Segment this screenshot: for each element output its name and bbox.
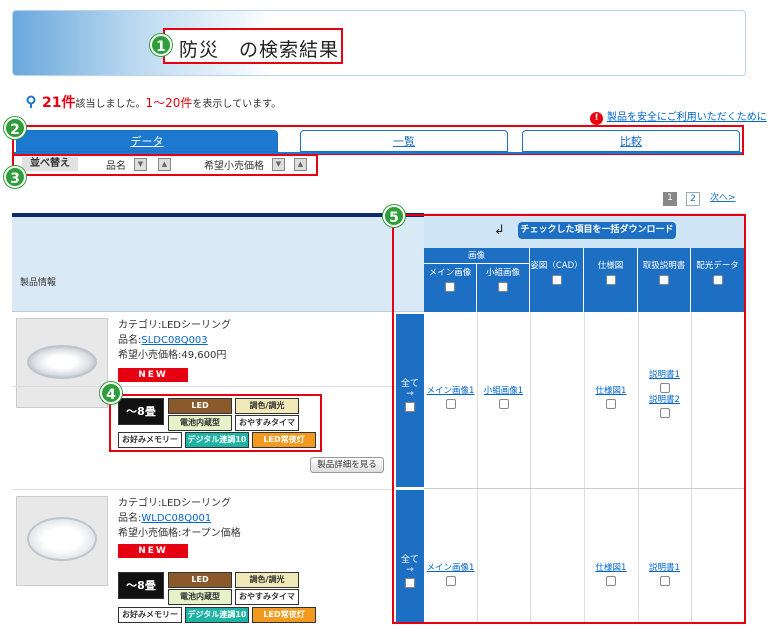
callout-badge-4: 4 bbox=[100, 382, 122, 404]
tag-memory: お好みメモリー bbox=[118, 607, 182, 623]
product-category: カテゴリ:LEDシーリング bbox=[118, 320, 231, 331]
sort-name-asc-button[interactable]: ▲ bbox=[158, 158, 171, 171]
product-info-header: 製品情報 bbox=[12, 217, 424, 312]
product-price: 希望小売価格:49,600円 bbox=[118, 350, 227, 361]
tag-memory: お好みメモリー bbox=[118, 432, 182, 448]
tag-nightlight: LED常夜灯 bbox=[252, 432, 316, 448]
tab-list[interactable]: 一覧 bbox=[300, 130, 508, 152]
tag-dimming: 調色/調光 bbox=[235, 572, 299, 588]
tag-battery: 電池内蔵型 bbox=[168, 589, 232, 605]
tag-tatami: ～8畳 bbox=[118, 572, 164, 599]
sort-name-desc-button[interactable]: ▼ bbox=[134, 158, 147, 171]
result-summary: 21件該当しました。1～20件を表示しています。 bbox=[26, 92, 281, 112]
tag-digital: デジタル連調10 bbox=[185, 432, 249, 448]
page-header bbox=[12, 10, 746, 76]
product-detail-button[interactable]: 製品詳細を見る bbox=[310, 457, 384, 473]
page-title: 防災 の検索結果 bbox=[163, 28, 343, 64]
tag-led: LED bbox=[168, 398, 232, 414]
next-page-link[interactable]: 次へ> bbox=[710, 192, 736, 206]
sort-price-desc-button[interactable]: ▼ bbox=[272, 158, 285, 171]
page-current: 1 bbox=[663, 192, 677, 206]
tag-tatami: ～8畳 bbox=[118, 398, 164, 425]
ceiling-light-image bbox=[27, 517, 97, 561]
callout-badge-3: 3 bbox=[4, 166, 26, 188]
safety-link[interactable]: ! 製品を安全にご利用いただくために bbox=[590, 108, 767, 125]
result-range: 1～20件 bbox=[145, 96, 193, 110]
product-image[interactable] bbox=[16, 318, 108, 408]
sort-price-asc-button[interactable]: ▲ bbox=[294, 158, 307, 171]
download-table-highlight bbox=[392, 214, 746, 624]
product-name-link[interactable]: SLDC08Q003 bbox=[141, 335, 207, 346]
row-divider bbox=[12, 386, 396, 387]
row-divider bbox=[12, 489, 396, 490]
tag-digital: デジタル連調10 bbox=[185, 607, 249, 623]
tag-timer: おやすみタイマー bbox=[235, 415, 299, 441]
product-price: 希望小売価格:オープン価格 bbox=[118, 528, 241, 539]
new-badge: NEW bbox=[118, 544, 188, 558]
tag-battery: 電池内蔵型 bbox=[168, 415, 232, 431]
tab-compare[interactable]: 比較 bbox=[522, 130, 740, 152]
sort-field-name: 品名 bbox=[106, 161, 126, 172]
callout-badge-1: 1 bbox=[150, 34, 172, 56]
product-category: カテゴリ:LEDシーリング bbox=[118, 498, 231, 509]
tag-dimming: 調色/調光 bbox=[235, 398, 299, 414]
page-2-link[interactable]: 2 bbox=[686, 192, 700, 206]
product-info: カテゴリ:LEDシーリング 品名:SLDC08Q003 希望小売価格:49,60… bbox=[118, 320, 231, 361]
ceiling-light-image bbox=[27, 345, 97, 379]
new-badge: NEW bbox=[118, 368, 188, 382]
product-image[interactable] bbox=[16, 496, 108, 586]
result-count: 21件 bbox=[42, 95, 76, 111]
tab-data[interactable]: データ bbox=[16, 130, 278, 152]
sort-label: 並べ替え bbox=[22, 157, 78, 171]
search-icon bbox=[26, 95, 36, 108]
product-info: カテゴリ:LEDシーリング 品名:WLDC08Q001 希望小売価格:オープン価… bbox=[118, 498, 241, 539]
alert-icon: ! bbox=[590, 112, 603, 125]
callout-badge-5: 5 bbox=[383, 205, 405, 227]
sort-field-price: 希望小売価格 bbox=[204, 161, 264, 172]
tag-led: LED bbox=[168, 572, 232, 588]
tag-timer: おやすみタイマー bbox=[235, 589, 299, 615]
product-name-link[interactable]: WLDC08Q001 bbox=[141, 513, 211, 524]
tag-nightlight: LED常夜灯 bbox=[252, 607, 316, 623]
callout-badge-2: 2 bbox=[4, 117, 26, 139]
